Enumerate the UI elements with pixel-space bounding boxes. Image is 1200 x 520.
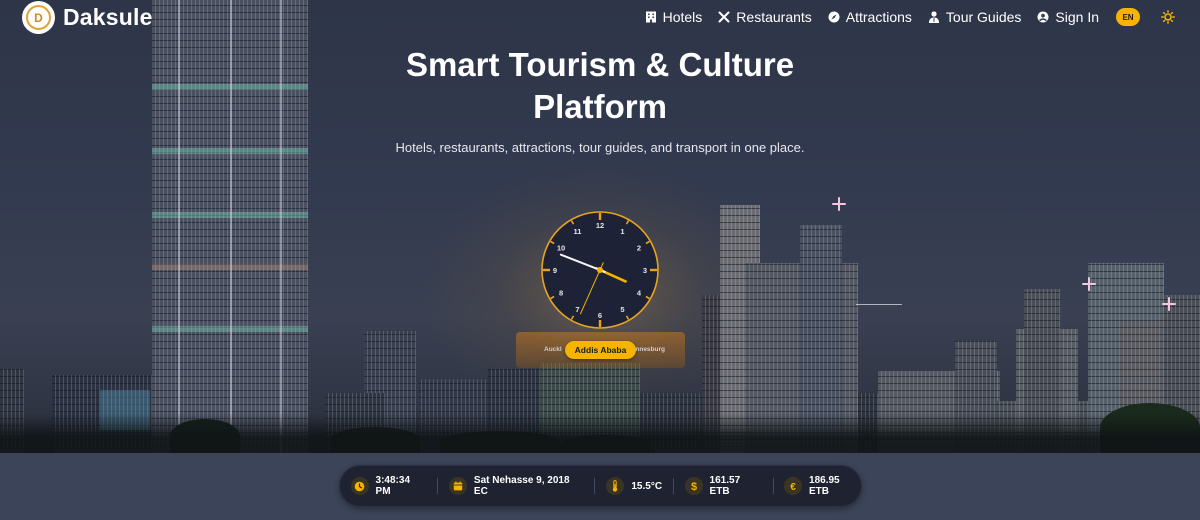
nav-attractions[interactable]: Attractions [828, 9, 912, 25]
sun-icon [1161, 10, 1175, 24]
clock-number: 9 [553, 266, 557, 275]
calendar-icon [449, 477, 467, 495]
nav-links: Hotels Restaurants Attractions Tour Guid… [629, 8, 1176, 26]
info-time: 3:48:34 PM [351, 475, 426, 497]
navbar: D Daksule Hotels Restaurants Attractions… [0, 0, 1200, 36]
light-sparkle [832, 197, 846, 211]
info-usd-rate-value: 161.57 ETB [709, 475, 741, 497]
nav-attractions-label: Attractions [845, 9, 912, 25]
info-time-value: 3:48:34 PM [375, 475, 410, 497]
thermometer-icon [606, 477, 625, 495]
clock-number: 11 [574, 227, 582, 236]
language-selector[interactable]: EN [1116, 8, 1140, 26]
info-divider [673, 478, 675, 494]
hotel-icon [645, 11, 656, 23]
timezone-option-right[interactable]: nnesburg [635, 346, 665, 353]
nav-tour-guides[interactable]: Tour Guides [928, 9, 1021, 25]
nav-hotels-label: Hotels [662, 9, 703, 25]
nav-hotels[interactable]: Hotels [645, 9, 703, 25]
hero-subtitle: Hotels, restaurants, attractions, tour g… [395, 140, 805, 155]
info-temperature-value: 15.5°C [631, 480, 663, 492]
info-temperature: 15.5°C [606, 477, 662, 495]
svg-text:$: $ [691, 481, 697, 492]
euro-icon: € [784, 477, 803, 495]
hero-title: Smart Tourism & Culture Platform [405, 46, 795, 125]
timezone-option-left[interactable]: Auckl [544, 346, 562, 353]
clock-number: 7 [575, 305, 579, 314]
brand-name: Daksule [63, 4, 153, 30]
clock-number: 1 [620, 227, 624, 236]
light-sparkle [1162, 297, 1176, 311]
user-circle-icon [1037, 11, 1049, 23]
clock-number: 6 [598, 311, 602, 320]
clock-number: 2 [637, 243, 641, 252]
brand-logo-icon: D [22, 1, 55, 34]
dollar-icon: $ [685, 477, 703, 495]
compass-icon [828, 11, 840, 23]
brand[interactable]: D Daksule [22, 1, 153, 34]
ground-shadow [0, 413, 1200, 453]
clock-center-pin [597, 267, 603, 273]
clock-number: 10 [557, 243, 565, 252]
analog-clock: 121234567891011 [541, 211, 659, 329]
utensils-icon [718, 11, 730, 23]
svg-text:€: € [790, 482, 796, 492]
clock-number: 3 [643, 266, 647, 275]
info-divider [594, 478, 596, 494]
guide-icon [928, 11, 939, 23]
info-divider [437, 478, 439, 494]
nav-sign-in[interactable]: Sign In [1037, 9, 1099, 25]
info-divider [772, 478, 774, 494]
info-usd-rate: $ 161.57 ETB [685, 475, 762, 497]
nav-restaurants[interactable]: Restaurants [718, 9, 812, 25]
clock-number: 8 [559, 288, 563, 297]
theme-toggle[interactable] [1160, 9, 1176, 25]
nav-tour-guides-label: Tour Guides [945, 9, 1022, 25]
info-date: Sat Nehasse 9, 2018 EC [449, 475, 583, 497]
light-sparkle [1082, 277, 1096, 291]
timezone-option-active[interactable]: Addis Ababa [564, 341, 637, 359]
main-tower [152, 0, 308, 453]
info-eur-rate: € 186.95 ETB [784, 475, 861, 497]
info-bar: 3:48:34 PM Sat Nehasse 9, 2018 EC 15.5°C… [339, 465, 862, 507]
info-date-value: Sat Nehasse 9, 2018 EC [473, 475, 570, 497]
nav-sign-in-label: Sign In [1055, 9, 1099, 25]
clock-number: 5 [620, 305, 624, 314]
clock-icon [351, 477, 369, 495]
timezone-selector: Auckl Addis Ababa nnesburg [516, 332, 685, 368]
clock-number: 12 [596, 221, 604, 230]
light-streak [856, 304, 902, 305]
info-eur-rate-value: 186.95 ETB [809, 475, 840, 497]
nav-restaurants-label: Restaurants [736, 9, 812, 25]
